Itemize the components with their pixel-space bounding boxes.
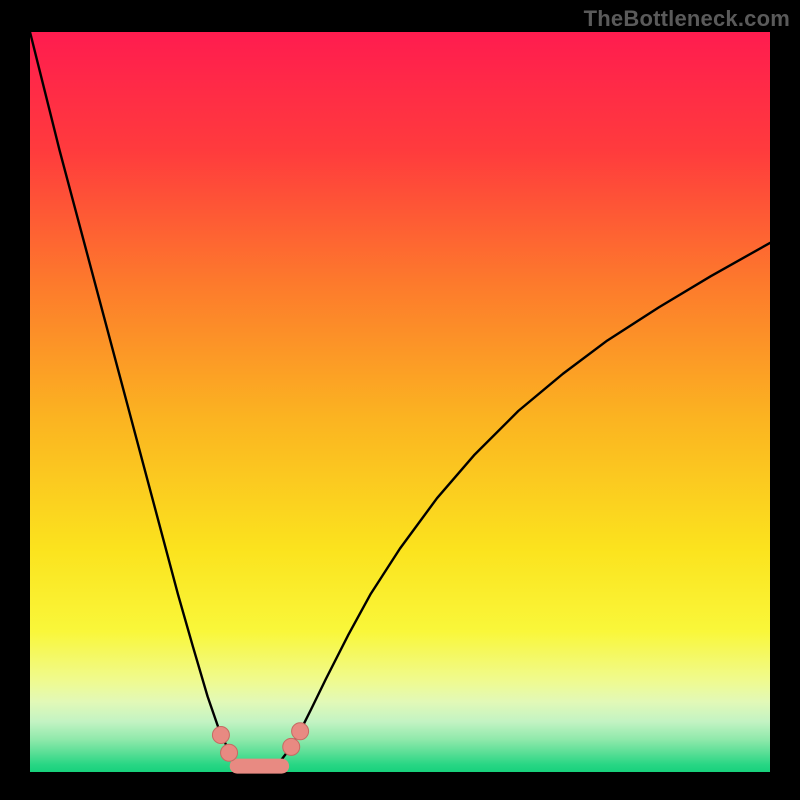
left-marker-upper — [212, 727, 229, 744]
right-marker-lower — [283, 738, 300, 755]
chart-overlay — [30, 32, 770, 772]
left-marker-lower — [221, 744, 238, 761]
curve-line — [30, 32, 770, 770]
marker-group — [212, 723, 308, 761]
right-marker-upper — [292, 723, 309, 740]
chart-frame — [30, 32, 770, 772]
watermark: TheBottleneck.com — [584, 6, 790, 32]
